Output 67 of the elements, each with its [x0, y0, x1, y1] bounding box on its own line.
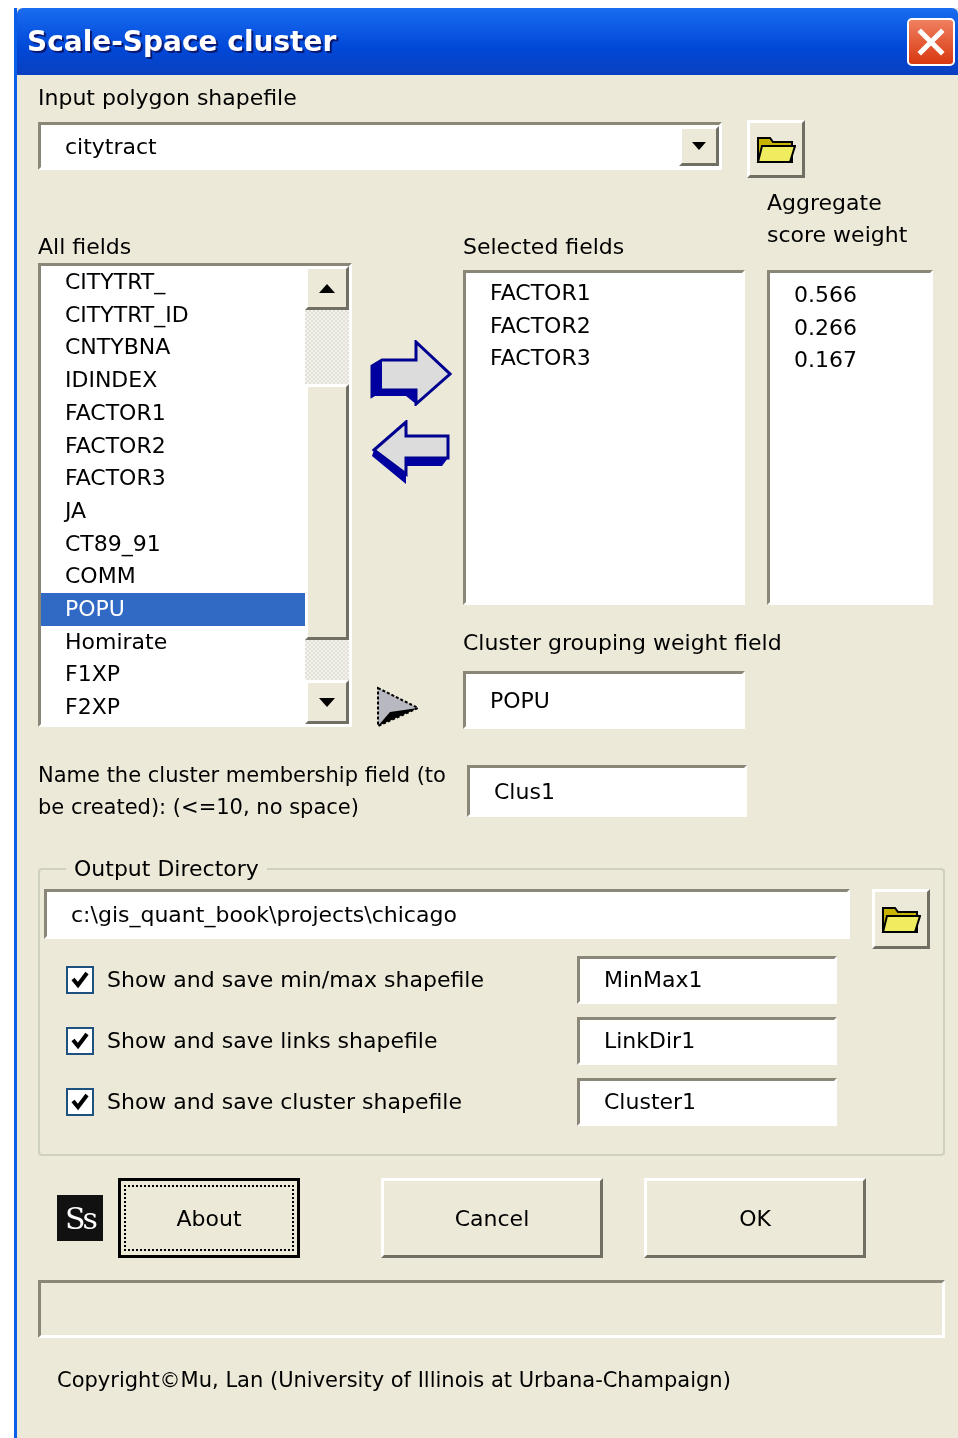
- close-icon: [916, 26, 946, 57]
- checkbox-label[interactable]: Show and save cluster shapefile: [107, 1089, 577, 1114]
- checkbox[interactable]: [66, 1026, 94, 1055]
- list-item[interactable]: Homirate: [41, 625, 305, 659]
- grouping-field[interactable]: POPU: [463, 671, 745, 729]
- list-item[interactable]: F2XP: [41, 691, 305, 724]
- window-title: Scale-Space cluster: [27, 25, 337, 58]
- scrollbar[interactable]: [305, 266, 349, 724]
- scroll-down-button[interactable]: [305, 680, 349, 724]
- list-item[interactable]: FACTOR2: [41, 429, 305, 463]
- list-label: All fields: [38, 233, 132, 261]
- list-item[interactable]: COMM: [41, 560, 305, 594]
- list-item[interactable]: FACTOR1: [466, 277, 742, 310]
- list-item[interactable]: CNTYBNA: [41, 331, 305, 365]
- checkbox-label[interactable]: Show and save links shapefile: [107, 1028, 577, 1053]
- field-label: Name the cluster membership field (to be created): (<=10, no space): [38, 762, 446, 821]
- filename-field[interactable]: MinMax1: [577, 955, 837, 1004]
- membership-field[interactable]: Clus1: [467, 765, 747, 817]
- list-item[interactable]: CITYTRT_: [41, 266, 305, 299]
- checkbox[interactable]: [66, 965, 94, 994]
- dialog-button[interactable]: Cancel: [381, 1178, 603, 1258]
- app-logo: Ss: [57, 1195, 103, 1241]
- browse-button[interactable]: [747, 120, 805, 178]
- right-arrow-icon[interactable]: [369, 340, 452, 406]
- list-label: Selected fields: [463, 233, 625, 261]
- list-item[interactable]: CT89_91: [41, 527, 305, 561]
- dialog-button[interactable]: OK: [644, 1178, 866, 1258]
- scroll-track[interactable]: [305, 640, 349, 680]
- copyright-text: Copyright©Mu, Lan (University of Illinois at Urbana-Champaign): [57, 1367, 732, 1394]
- list-item[interactable]: JA: [41, 494, 305, 528]
- dialog-button[interactable]: About: [118, 1178, 300, 1258]
- checkbox-label[interactable]: Show and save min/max shapefile: [107, 967, 577, 992]
- list-item[interactable]: F1XP: [41, 658, 305, 692]
- list-item: 0.566: [793, 281, 858, 309]
- list-label: Aggregate score weight: [767, 189, 909, 249]
- list-item[interactable]: FACTOR3: [466, 342, 742, 376]
- checkbox[interactable]: [66, 1087, 94, 1116]
- caret-icon: [319, 697, 335, 707]
- list-item[interactable]: FACTOR1: [41, 396, 305, 430]
- list-item[interactable]: FACTOR2: [466, 309, 742, 343]
- play-arrow-icon[interactable]: [375, 686, 420, 728]
- all-fields-list[interactable]: CITYTRT_ CITYTRT_ID CNTYBNA IDINDEX FACTOR1 FACTOR2 FACTOR3 JA CT89_91 COMM POPU Homirate F1XP F2XP: [38, 263, 352, 727]
- folder-icon: [881, 904, 921, 934]
- caret-icon: [319, 283, 335, 293]
- shapefile-dropdown[interactable]: citytract: [38, 122, 722, 170]
- filename-field[interactable]: LinkDir1: [577, 1016, 837, 1065]
- browse-button[interactable]: [872, 889, 930, 949]
- list-item: 0.167: [793, 346, 858, 375]
- scroll-thumb[interactable]: [305, 384, 349, 640]
- list-item[interactable]: POPU: [41, 593, 305, 626]
- left-arrow-icon[interactable]: [369, 420, 450, 486]
- list-item[interactable]: IDINDEX: [41, 364, 305, 397]
- selected-fields-list[interactable]: FACTOR1 FACTOR2 FACTOR3: [463, 270, 745, 605]
- path-field[interactable]: c:\gis_quant_book\projects\chicago: [44, 889, 850, 939]
- caret-icon: [692, 142, 706, 150]
- filename-field[interactable]: Cluster1: [577, 1077, 837, 1126]
- field-label: Input polygon shapefile: [38, 84, 297, 112]
- field-label: Cluster grouping weight field: [463, 629, 782, 657]
- list-item: 0.266: [793, 313, 858, 342]
- folder-icon: [756, 134, 796, 164]
- scroll-up-button[interactable]: [305, 266, 349, 310]
- dropdown-button[interactable]: [679, 126, 719, 166]
- list-item[interactable]: FACTOR3: [41, 462, 305, 495]
- list-item[interactable]: CITYTRT_ID: [41, 298, 305, 332]
- group-label: Output Directory: [73, 856, 260, 881]
- weights-list[interactable]: 0.566 0.266 0.167: [767, 270, 933, 605]
- close-button[interactable]: [907, 17, 955, 66]
